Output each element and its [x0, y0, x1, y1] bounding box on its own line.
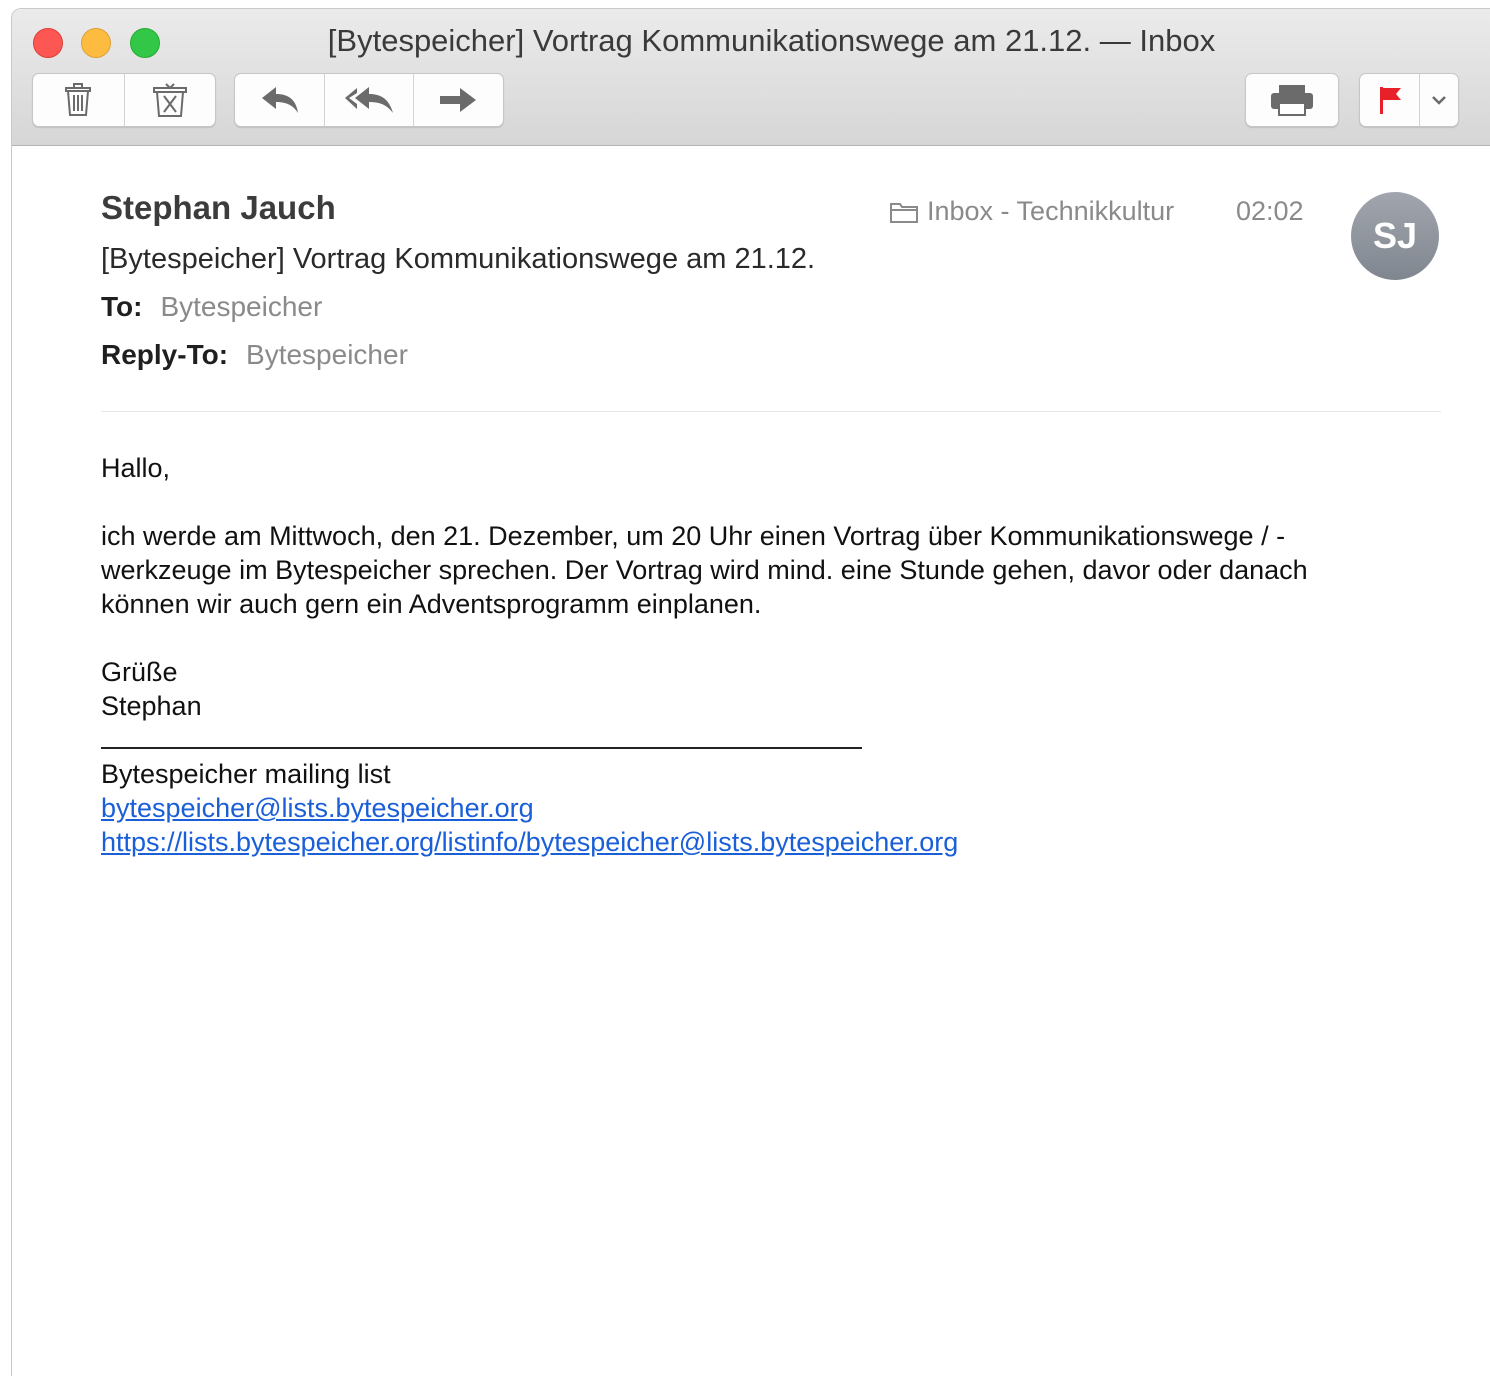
message-body: Hallo, ich werde am Mittwoch, den 21. De…	[101, 451, 1421, 859]
body-line-2: werkzeuge im Bytespeicher sprechen. Der …	[101, 555, 1308, 585]
mailing-list-url-link[interactable]: https://lists.bytespeicher.org/listinfo/…	[101, 825, 1421, 859]
reply-group	[234, 73, 504, 127]
mailing-list-title: Bytespeicher mailing list	[101, 759, 391, 789]
greeting: Hallo,	[101, 453, 171, 483]
reply-to-row: Reply-To: Bytespeicher	[101, 339, 408, 371]
flag-menu-button[interactable]	[1420, 74, 1458, 126]
signature: Stephan	[101, 691, 202, 721]
reply-all-button[interactable]	[325, 74, 414, 126]
message-subject: [Bytespeicher] Vortrag Kommunikationsweg…	[101, 243, 816, 275]
trash-icon	[65, 83, 92, 116]
reply-icon	[261, 87, 298, 113]
mail-window: [Bytespeicher] Vortrag Kommunikationsweg…	[11, 8, 1490, 1376]
chevron-down-icon	[1432, 96, 1447, 105]
delete-button[interactable]	[33, 74, 125, 126]
to-recipient[interactable]: Bytespeicher	[160, 291, 322, 322]
header-divider	[101, 411, 1441, 412]
body-line-3: können wir auch gern ein Adventsprogramm…	[101, 589, 762, 619]
reply-all-icon	[345, 87, 393, 113]
print-group	[1245, 73, 1339, 127]
body-line-1: ich werde am Mittwoch, den 21. Dezember,…	[101, 521, 1286, 551]
window-title: [Bytespeicher] Vortrag Kommunikationsweg…	[327, 23, 1216, 58]
junk-icon	[152, 83, 187, 117]
title-bar: [Bytespeicher] Vortrag Kommunikationsweg…	[12, 9, 1490, 146]
forward-icon	[440, 88, 477, 112]
folder-icon	[890, 202, 918, 223]
reply-button[interactable]	[235, 74, 326, 126]
flag-group	[1359, 73, 1459, 127]
flag-icon	[1379, 87, 1401, 114]
mailing-list-email-link[interactable]: bytespeicher@lists.bytespeicher.org	[101, 791, 1421, 825]
avatar: SJ	[1351, 192, 1439, 280]
reply-to-recipient[interactable]: Bytespeicher	[246, 339, 408, 370]
junk-button[interactable]	[125, 74, 216, 126]
message-time: 02:02	[1236, 196, 1304, 226]
sender-name[interactable]: Stephan Jauch	[101, 189, 336, 227]
to-label: To:	[101, 291, 143, 322]
delete-junk-group	[32, 73, 216, 127]
closing: Grüße	[101, 657, 178, 687]
forward-button[interactable]	[414, 74, 503, 126]
to-row: To: Bytespeicher	[101, 291, 322, 323]
signature-separator	[101, 723, 1421, 757]
flag-button[interactable]	[1360, 74, 1421, 126]
printer-icon	[1271, 85, 1313, 116]
reply-to-label: Reply-To:	[101, 339, 229, 370]
mailbox-name: Inbox - Technikkultur	[927, 196, 1175, 226]
mailbox-location[interactable]: Inbox - Technikkultur	[889, 196, 1174, 227]
print-button[interactable]	[1246, 74, 1338, 126]
